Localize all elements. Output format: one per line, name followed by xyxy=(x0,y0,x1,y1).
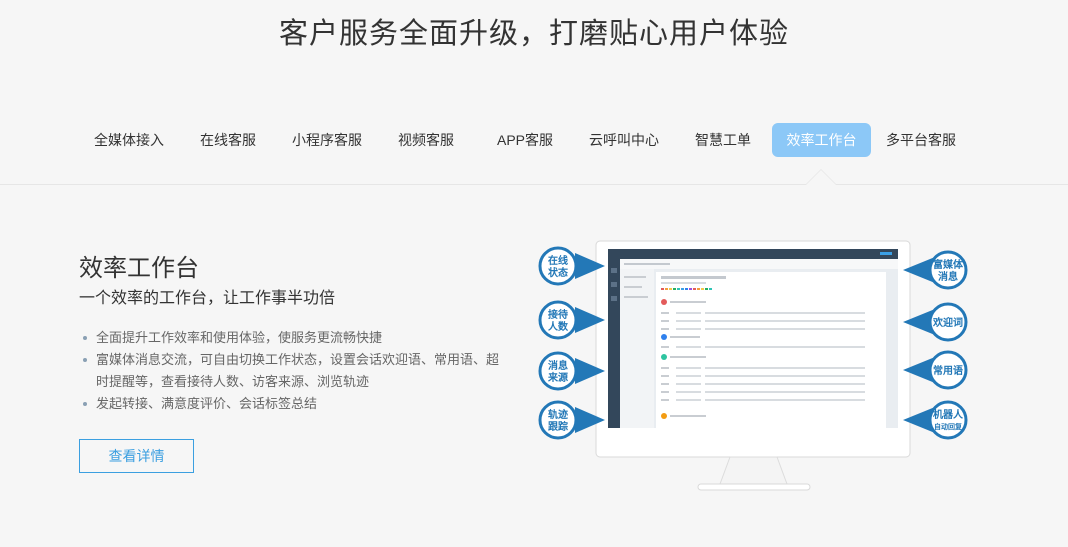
view-details-button[interactable]: 查看详情 xyxy=(79,439,194,473)
feature-item: 全面提升工作效率和使用体验，使服务更流畅快捷 xyxy=(79,327,509,349)
badge-label: 自动回复 xyxy=(934,422,963,431)
active-tab-pointer xyxy=(805,169,837,185)
tab-video-service[interactable]: 视频客服 xyxy=(387,123,465,157)
feature-item: 发起转接、满意度评价、会话标签总结 xyxy=(79,393,509,415)
tab-multi-platform-service[interactable]: 多平台客服 xyxy=(879,123,963,157)
section-subtitle: 一个效率的工作台，让工作事半功倍 xyxy=(79,290,336,307)
tab-omnichannel[interactable]: 全媒体接入 xyxy=(86,123,172,157)
tab-mini-program-service[interactable]: 小程序客服 xyxy=(283,123,371,157)
section-title: 效率工作台 xyxy=(79,255,199,282)
feature-list: 全面提升工作效率和使用体验，使服务更流畅快捷 富媒体消息交流，可自由切换工作状态… xyxy=(79,327,509,415)
badge-label: 跟踪 xyxy=(548,420,568,433)
badge-label: 机器人 xyxy=(933,408,964,421)
badge-trace-tracking: 轨迹 跟踪 xyxy=(538,400,605,440)
badge-robot-reply: 机器人 自动回复 xyxy=(903,400,968,440)
app-screenshot xyxy=(608,249,898,428)
badge-label: 轨迹 xyxy=(548,408,568,421)
badge-label: 在线 xyxy=(548,254,568,267)
feature-item: 富媒体消息交流，可自由切换工作状态，设置会话欢迎语、常用语、超时提醒等，查看接待… xyxy=(79,349,509,393)
badge-label: 常用语 xyxy=(933,364,963,377)
badge-label: 消息 xyxy=(548,359,568,372)
badge-label: 富媒体 xyxy=(933,258,964,271)
badge-label: 接待 xyxy=(548,308,568,321)
badge-label: 人数 xyxy=(548,320,569,333)
badge-online-status: 在线 状态 xyxy=(538,246,605,286)
badge-welcome: 欢迎词 xyxy=(903,302,968,342)
tab-smart-ticket[interactable]: 智慧工单 xyxy=(684,123,762,157)
tab-efficiency-workbench[interactable]: 效率工作台 xyxy=(772,123,871,157)
badge-rich-media: 富媒体 消息 xyxy=(903,250,968,290)
tab-cloud-call-center[interactable]: 云呼叫中心 xyxy=(582,123,666,157)
badge-label: 消息 xyxy=(938,270,958,283)
workbench-illustration: 在线 状态 接待 人数 消息 来源 轨迹 跟踪 富媒体 消息 欢迎词 常用语 机… xyxy=(538,240,968,491)
badge-visitor-count: 接待 人数 xyxy=(538,300,605,340)
badge-label: 欢迎词 xyxy=(932,316,963,329)
badge-label: 状态 xyxy=(548,266,568,279)
badge-label: 来源 xyxy=(547,371,568,384)
tab-app-service[interactable]: APP客服 xyxy=(485,123,565,157)
product-tab-bar xyxy=(0,0,1068,185)
tab-online-service[interactable]: 在线客服 xyxy=(189,123,267,157)
badge-common-phrases: 常用语 xyxy=(903,350,968,390)
badge-message-source: 消息 来源 xyxy=(538,351,605,391)
